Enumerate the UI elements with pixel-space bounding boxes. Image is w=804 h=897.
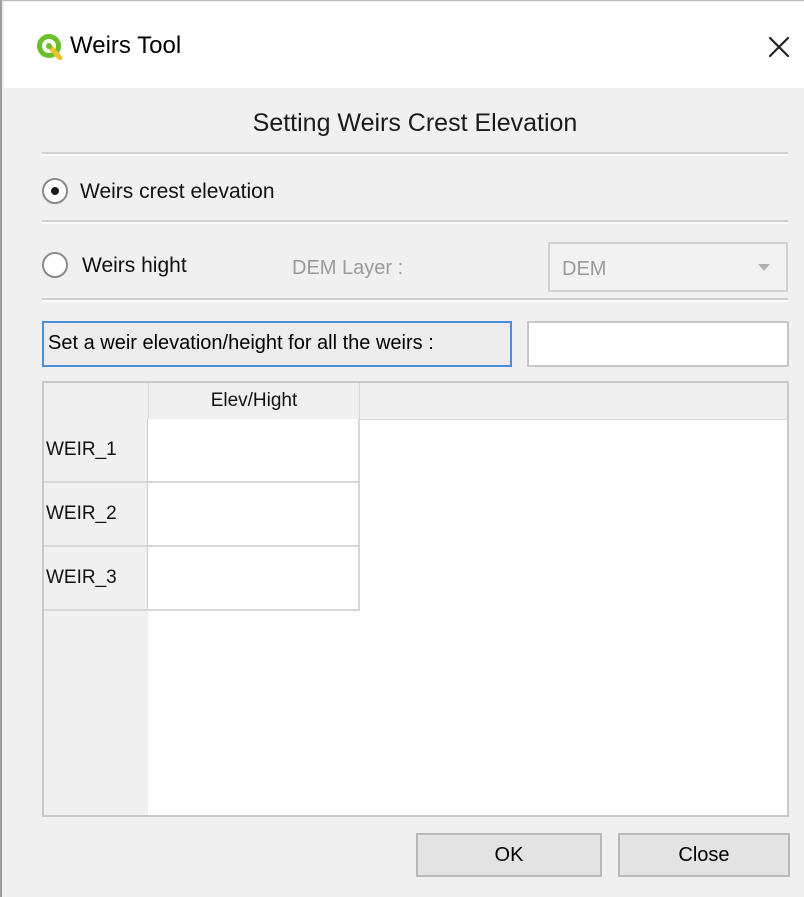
divider [42,220,788,224]
height-label: Weirs hight [82,254,187,277]
height-radio[interactable] [42,252,68,278]
dem-layer-select[interactable]: DEM [548,242,788,292]
set-all-weirs-button[interactable]: Set a weir elevation/height for all the … [42,321,512,367]
set-all-weirs-input[interactable] [527,321,789,367]
row-header-weir-3[interactable]: WEIR_3 [44,547,148,611]
close-icon[interactable] [764,32,794,62]
title-bar: Weirs Tool [4,2,804,88]
weirs-table: Elev/Hight WEIR_1 WEIR_2 WEIR_3 [42,381,789,817]
crest-elevation-radio[interactable] [42,178,68,204]
dem-layer-label: DEM Layer : [292,257,404,279]
dialog-window: Weirs Tool Setting Weirs Crest Elevation… [0,0,804,897]
divider [42,152,788,156]
divider [42,298,788,302]
window-title: Weirs Tool [70,32,182,59]
cell-weir-1-elev[interactable] [148,419,360,483]
chevron-down-icon [758,264,770,271]
crest-elevation-label: Weirs crest elevation [80,180,275,203]
column-header-elev-hight[interactable]: Elev/Hight [148,383,360,419]
row-header-weir-1[interactable]: WEIR_1 [44,419,148,483]
dem-layer-value: DEM [562,258,607,280]
dialog-heading: Setting Weirs Crest Elevation [252,109,578,137]
table-corner[interactable] [44,383,148,419]
cell-weir-3-elev[interactable] [148,547,360,611]
cell-weir-2-elev[interactable] [148,483,360,547]
close-button[interactable]: Close [618,833,790,877]
qgis-logo-icon [37,34,63,60]
row-header-weir-2[interactable]: WEIR_2 [44,483,148,547]
ok-button[interactable]: OK [416,833,602,877]
